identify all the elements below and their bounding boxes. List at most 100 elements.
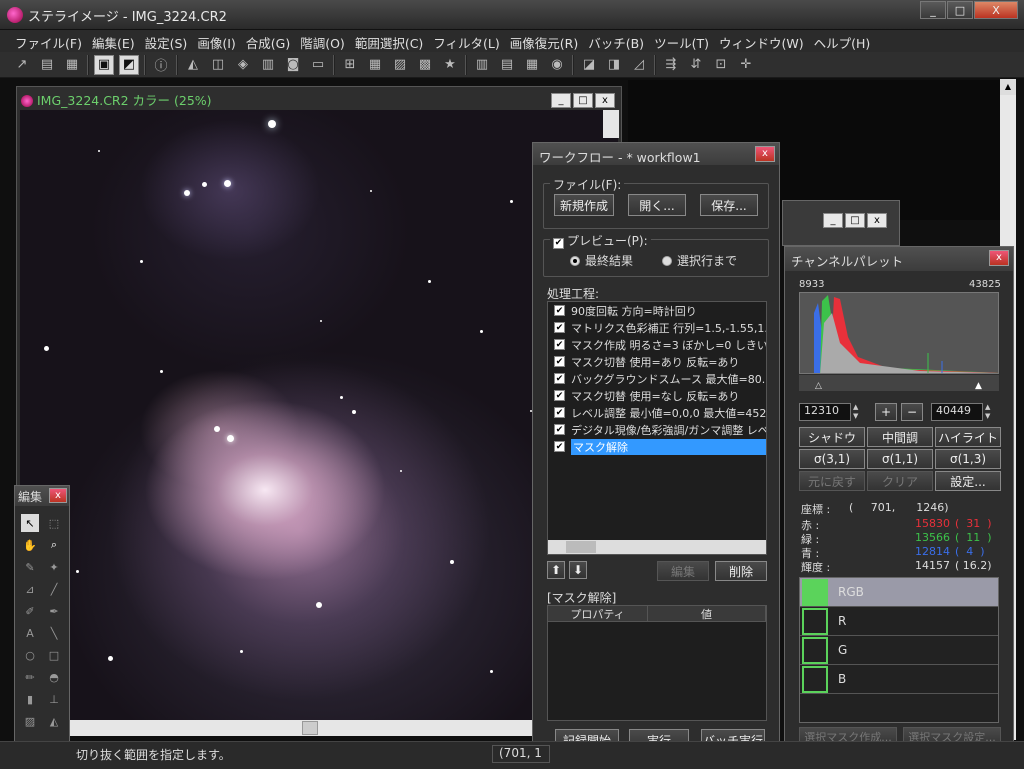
- list-item[interactable]: ✔マトリクス色彩補正 行列=1.5,-1.55,1.05,0: [548, 319, 766, 336]
- move-down-icon[interactable]: ⬇: [569, 561, 587, 579]
- view-histogram-icon[interactable]: ◩: [119, 54, 139, 75]
- highlight-button[interactable]: ハイライト: [935, 427, 1001, 447]
- image-close-button[interactable]: x: [595, 93, 615, 108]
- menu-help[interactable]: ヘルプ(H): [809, 30, 876, 52]
- dropper-icon[interactable]: ✎: [21, 558, 39, 576]
- channel-g-visibility[interactable]: [802, 636, 828, 664]
- menu-settings[interactable]: 設定(S): [140, 30, 193, 52]
- batch-icon[interactable]: ⇶: [661, 55, 681, 75]
- hand-icon[interactable]: ✋: [21, 536, 39, 554]
- flat-icon[interactable]: ◿: [629, 55, 649, 75]
- image-tool-icon[interactable]: ▨: [21, 712, 39, 730]
- menu-window[interactable]: ウィンドウ(W): [714, 30, 809, 52]
- menu-restore[interactable]: 画像復元(R): [505, 30, 583, 52]
- brush-icon[interactable]: ✐: [21, 602, 39, 620]
- hidden-close-button[interactable]: x: [867, 213, 887, 228]
- scroll-up-icon[interactable]: ▲: [1000, 79, 1016, 95]
- zoom-icon[interactable]: ⌕: [45, 536, 63, 554]
- channel-g[interactable]: G: [800, 636, 998, 665]
- edit-palette-close[interactable]: x: [49, 488, 67, 503]
- star-icon[interactable]: ★: [440, 55, 460, 75]
- high-value-input[interactable]: 40449: [931, 403, 983, 421]
- list-item-selected[interactable]: ✔ マスク解除: [548, 438, 766, 455]
- steps-hscroll[interactable]: [548, 540, 766, 554]
- menu-file[interactable]: ファイル(F): [10, 30, 87, 52]
- sharpen-icon[interactable]: ▤: [497, 55, 517, 75]
- save-icon[interactable]: ▤: [37, 55, 57, 75]
- list-item[interactable]: ✔ レベル調整 最小値=0,0,0 最大値=45280: [548, 404, 766, 421]
- channel-r-visibility[interactable]: [802, 607, 828, 635]
- image-scrollbar-vertical[interactable]: [603, 110, 619, 138]
- nebula-image[interactable]: [20, 110, 618, 720]
- channel-b[interactable]: B: [800, 665, 998, 694]
- workflow-close[interactable]: x: [755, 146, 775, 162]
- list-item[interactable]: ✔ デジタル現像/色彩強調/ガンマ調整 レベ: [548, 421, 766, 438]
- channel-r[interactable]: R: [800, 607, 998, 636]
- sigma-31-button[interactable]: σ(3,1): [799, 449, 865, 469]
- restore-icon[interactable]: ◪: [579, 55, 599, 75]
- info-icon[interactable]: ⓘ: [151, 55, 171, 75]
- align-icon[interactable]: ⊞: [340, 55, 360, 75]
- clear-button[interactable]: クリア: [867, 471, 933, 491]
- open-button[interactable]: 開く...: [628, 194, 686, 216]
- curve-icon[interactable]: ◫: [208, 55, 228, 75]
- image-min-button[interactable]: _: [551, 93, 571, 108]
- list-item[interactable]: ✔ 90度回転 方向=時計回り: [548, 302, 766, 319]
- menu-tone[interactable]: 階調(O): [295, 30, 350, 52]
- open-icon[interactable]: ↗: [12, 55, 32, 75]
- close-button[interactable]: X: [974, 1, 1018, 19]
- list-item[interactable]: ✔マスク作成 明るさ=3 ぼかし=0 しきい値=0: [548, 336, 766, 353]
- grid-icon[interactable]: ▦: [365, 55, 385, 75]
- reset-button[interactable]: 元に戻す: [799, 471, 865, 491]
- level-slider[interactable]: △ ▲: [799, 375, 999, 391]
- menu-image[interactable]: 画像(I): [192, 30, 240, 52]
- move-up-icon[interactable]: ⬆: [547, 561, 565, 579]
- preview-label[interactable]: ✔ プレビュー(P):: [550, 232, 651, 249]
- crop-icon[interactable]: ⊿: [21, 580, 39, 598]
- batch-list-icon[interactable]: ⇵: [686, 55, 706, 75]
- channel-rgb-visibility[interactable]: [802, 578, 828, 606]
- minus-button[interactable]: −: [901, 403, 923, 421]
- balance-icon[interactable]: ▥: [258, 55, 278, 75]
- hidden-min-button[interactable]: _: [823, 213, 843, 228]
- pin-icon[interactable]: ✦: [45, 558, 63, 576]
- sigma-13-button[interactable]: σ(1,3): [935, 449, 1001, 469]
- menu-composite[interactable]: 合成(G): [241, 30, 295, 52]
- steps-list[interactable]: ✔ 90度回転 方向=時計回り ✔ マトリクス色彩補正 行列=1.5,-1.55,1…: [547, 301, 767, 555]
- select-arrow-icon[interactable]: ↖: [21, 514, 39, 532]
- preview-final-radio[interactable]: 最終結果: [570, 252, 633, 269]
- shadow-button[interactable]: シャドウ: [799, 427, 865, 447]
- histogram[interactable]: [799, 292, 999, 374]
- batch-run-icon[interactable]: ⊡: [711, 55, 731, 75]
- preview-selected-radio[interactable]: 選択行まで: [662, 252, 737, 269]
- menu-edit[interactable]: 編集(E): [87, 30, 140, 52]
- noise-icon[interactable]: ◉: [547, 55, 567, 75]
- stack-icon[interactable]: ▨: [390, 55, 410, 75]
- menu-filter[interactable]: フィルタ(L): [428, 30, 504, 52]
- ellipse-icon[interactable]: ○: [21, 646, 39, 664]
- ruler-icon[interactable]: ▮: [21, 690, 39, 708]
- stamp-icon[interactable]: ⊥: [45, 690, 63, 708]
- image-max-button[interactable]: □: [573, 93, 593, 108]
- menu-tools[interactable]: ツール(T): [649, 30, 714, 52]
- maximize-button[interactable]: □: [947, 1, 973, 19]
- sigma-11-button[interactable]: σ(1,1): [867, 449, 933, 469]
- settings-button[interactable]: 設定...: [935, 471, 1001, 491]
- list-item[interactable]: ✔ マスク切替 使用=なし 反転=あり: [548, 387, 766, 404]
- list-item[interactable]: ✔バックグラウンドスムース 最大値=80.6498: [548, 370, 766, 387]
- print-icon[interactable]: ▦: [62, 55, 82, 75]
- edit-step-button[interactable]: 編集: [657, 561, 709, 581]
- highlight-handle-icon[interactable]: ▲: [975, 381, 982, 391]
- save-button[interactable]: 保存...: [700, 194, 758, 216]
- deconv-icon[interactable]: ◨: [604, 55, 624, 75]
- shadow-handle-icon[interactable]: △: [815, 381, 822, 391]
- composite-icon[interactable]: ▩: [415, 55, 435, 75]
- text-icon[interactable]: A: [21, 624, 39, 642]
- target-icon[interactable]: ✛: [736, 55, 756, 75]
- menu-batch[interactable]: バッチ(B): [583, 30, 649, 52]
- screen-icon[interactable]: ▭: [308, 55, 328, 75]
- new-button[interactable]: 新規作成: [554, 194, 614, 216]
- hidden-max-button[interactable]: □: [845, 213, 865, 228]
- channel-b-visibility[interactable]: [802, 665, 828, 693]
- image-scrollbar-horizontal[interactable]: [20, 720, 540, 736]
